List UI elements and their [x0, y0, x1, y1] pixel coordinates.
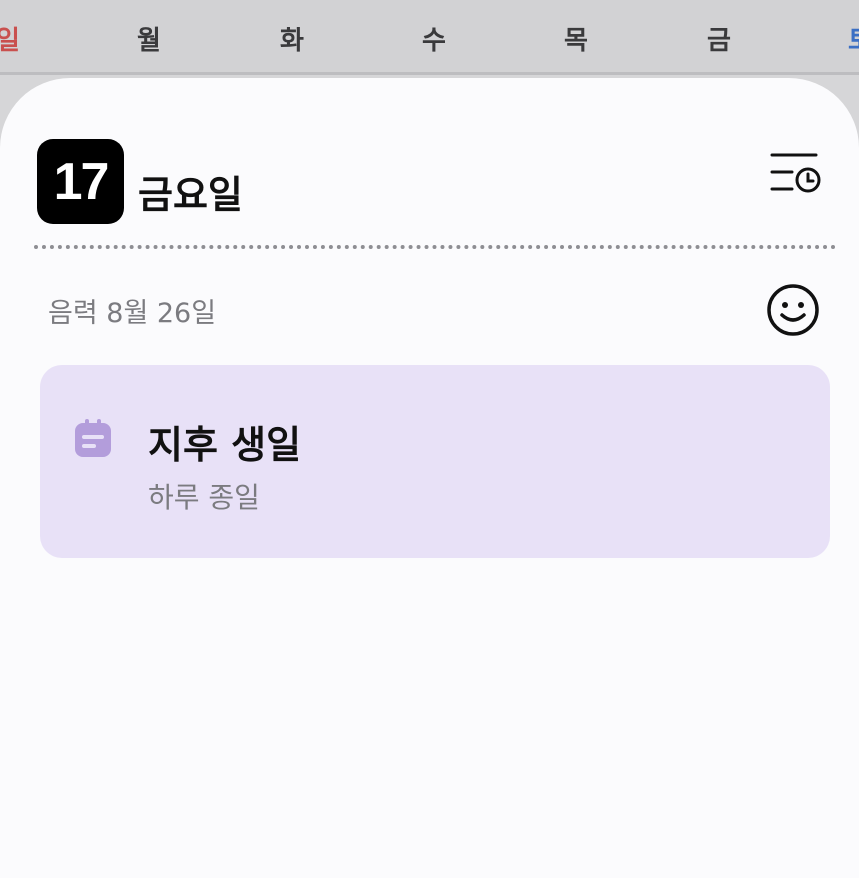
weekday-saturday: 토 [830, 20, 859, 57]
lunar-date: 음력 8월 26일 [48, 298, 217, 329]
weekday-wednesday: 수 [422, 26, 446, 56]
dotted-divider [34, 245, 836, 249]
weekday-tuesday: 화 [280, 26, 304, 56]
weekday-monday: 월 [137, 26, 161, 56]
weekday-title: 금요일 [138, 173, 243, 217]
weekday-thursday: 목 [564, 26, 588, 56]
weekday-header-bar: 일 월 화 수 목 금 토 [0, 0, 859, 75]
calendar-icon [75, 419, 111, 457]
weekday-sunday: 일 [0, 26, 20, 56]
weekday-friday: 금 [707, 26, 731, 56]
date-number-badge: 17 [37, 139, 124, 224]
schedule-list-icon[interactable] [770, 152, 822, 196]
event-duration: 하루 종일 [148, 481, 260, 514]
event-title: 지후 생일 [148, 423, 302, 467]
smile-icon[interactable] [766, 283, 820, 337]
